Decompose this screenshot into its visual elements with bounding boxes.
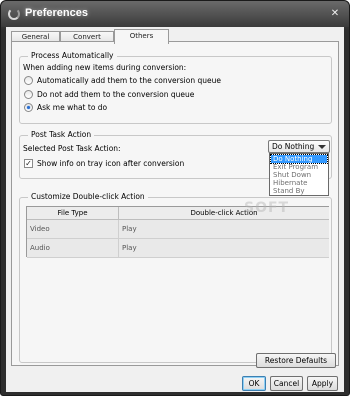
post-task-select-value: Do Nothing <box>272 142 315 151</box>
option-shut-down[interactable]: Shut Down <box>271 171 327 179</box>
post-task-label: Selected Post Task Action: <box>23 144 121 153</box>
option-stand-by[interactable]: Stand By <box>271 187 327 195</box>
option-do-nothing[interactable]: Do Nothing <box>270 154 328 164</box>
chevron-down-icon <box>318 145 326 149</box>
radio-ask-me[interactable] <box>24 103 33 112</box>
option-exit-program[interactable]: Exit Program <box>271 163 327 171</box>
process-prompt: When adding new items during conversion: <box>23 63 187 72</box>
app-icon <box>8 8 20 20</box>
radio-auto-add[interactable] <box>24 76 33 85</box>
post-task-dropdown-list: Do Nothing Exit Program Shut Down Hibern… <box>269 153 329 196</box>
tray-info-checkbox[interactable]: ✓ <box>24 159 33 168</box>
post-task-action-legend: Post Task Action <box>28 130 95 139</box>
cancel-button[interactable]: Cancel <box>270 376 303 391</box>
row-video-action[interactable]: Play <box>119 220 329 239</box>
apply-button[interactable]: Apply <box>307 376 338 391</box>
preferences-window: Preferences ✕ General Convert Others Pro… <box>0 0 350 396</box>
tray-info-label[interactable]: Show info on tray icon after conversion <box>37 159 184 168</box>
row-video-type[interactable]: Video <box>27 220 119 239</box>
row-audio-type[interactable]: Audio <box>27 239 119 258</box>
double-click-legend: Customize Double-click Action <box>28 192 148 201</box>
radio-do-not-add[interactable] <box>24 90 33 99</box>
radio-auto-add-label[interactable]: Automatically add them to the conversion… <box>37 76 221 85</box>
watermark: SOFT <box>244 200 290 216</box>
option-hibernate[interactable]: Hibernate <box>271 179 327 187</box>
others-tab-panel: Process Automatically When adding new it… <box>11 41 339 366</box>
column-header-file-type[interactable]: File Type <box>27 207 119 220</box>
post-task-select[interactable]: Do Nothing <box>268 140 330 153</box>
radio-ask-me-label[interactable]: Ask me what to do <box>37 103 107 112</box>
close-button[interactable]: ✕ <box>327 6 343 21</box>
dialog-client-area: General Convert Others Process Automatic… <box>6 27 344 392</box>
ok-button[interactable]: OK <box>242 376 266 391</box>
column-header-action[interactable]: Double-click Action <box>119 207 329 220</box>
title-bar[interactable]: Preferences ✕ <box>1 1 349 27</box>
window-title: Preferences <box>25 7 88 19</box>
restore-defaults-button[interactable]: Restore Defaults <box>256 353 336 368</box>
process-automatically-legend: Process Automatically <box>28 51 117 60</box>
radio-do-not-add-label[interactable]: Do not add them to the conversion queue <box>37 90 194 99</box>
tab-others[interactable]: Others <box>114 29 169 44</box>
row-audio-action[interactable]: Play <box>119 239 329 258</box>
process-automatically-group: Process Automatically When adding new it… <box>19 51 332 124</box>
double-click-group: Customize Double-click Action File Type … <box>19 192 332 363</box>
